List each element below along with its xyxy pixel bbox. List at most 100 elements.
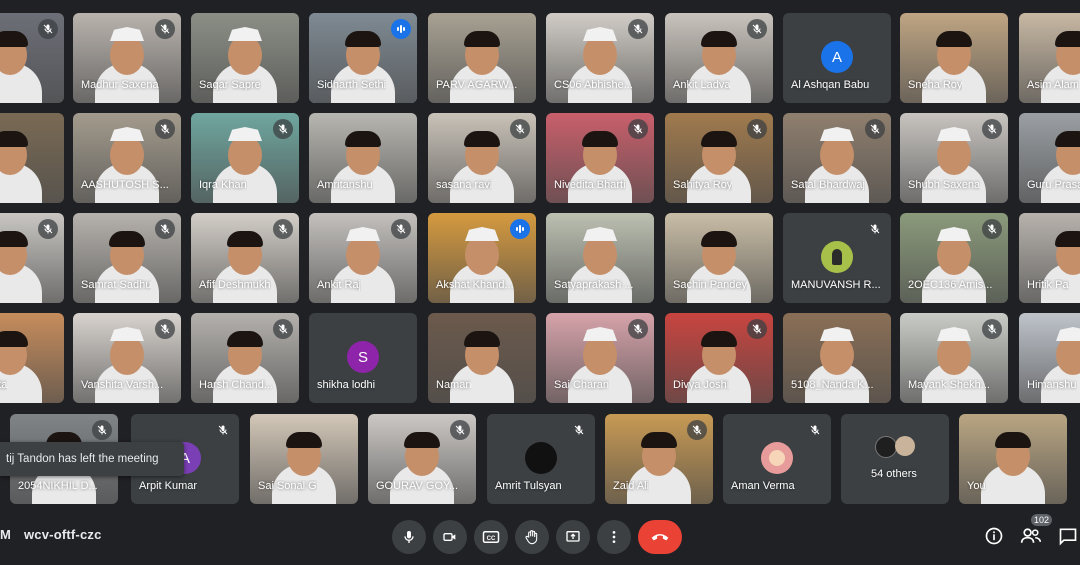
participant-tile[interactable]: Samrat Sadhu	[73, 213, 181, 303]
meeting-code[interactable]: wcv-oftf-czc	[24, 527, 102, 542]
present-button[interactable]	[556, 520, 590, 554]
participant-tile[interactable]: ajit Datta	[0, 313, 64, 403]
participant-tile[interactable]: Sidharth Sethi	[309, 13, 417, 103]
mic-off-icon	[273, 119, 293, 139]
participant-tile[interactable]: Sai Sonal G	[250, 414, 358, 504]
participant-name: Shubh Saxena	[908, 179, 981, 191]
camera-button[interactable]	[433, 520, 467, 554]
participant-tile[interactable]: Ankit Raj	[309, 213, 417, 303]
participant-name: Amritanshu	[317, 179, 373, 191]
participant-tile[interactable]: Afif Deshmukh	[191, 213, 299, 303]
participant-tile[interactable]: Aman Verma	[723, 414, 831, 504]
mic-off-icon	[273, 219, 293, 239]
participant-name: Iqra Khan	[199, 179, 247, 191]
participant-tile[interactable]: CS06 Abhishe...	[546, 13, 654, 103]
participant-tile[interactable]: sasana ravi	[428, 113, 536, 203]
mic-off-icon	[805, 420, 825, 440]
participant-name: Nivedita Bharti	[554, 179, 626, 191]
participant-tile[interactable]: Sshikha lodhi	[309, 313, 417, 403]
participant-tile[interactable]: Asim Alam	[1019, 13, 1080, 103]
person-face	[110, 35, 144, 75]
participant-tile[interactable]: Vanshita Varsh...	[73, 313, 181, 403]
camera-icon	[443, 533, 456, 541]
participant-tile[interactable]: Divya Joshi	[665, 313, 773, 403]
participant-tile[interactable]: k gupta	[0, 13, 64, 103]
participant-tile[interactable]: IIITU	[0, 113, 64, 203]
participant-name: Divya Joshi	[673, 379, 730, 391]
participant-tile[interactable]: Hritik Pa	[1019, 213, 1080, 303]
participant-tile[interactable]: GOURAV GOY...	[368, 414, 476, 504]
participant-tile[interactable]: Mayank Shekh...	[900, 313, 1008, 403]
mic-off-icon	[982, 219, 1002, 239]
present-icon	[566, 531, 580, 542]
participant-name: Aman Verma	[731, 480, 795, 492]
participant-tile[interactable]: A Al Ashqan Babu	[783, 13, 891, 103]
participant-tile[interactable]: Satyaprakash ...	[546, 213, 654, 303]
participant-tile[interactable]: Ankit Ladva	[665, 13, 773, 103]
person-hair	[641, 432, 677, 448]
participant-tile[interactable]: PARV AGARW...	[428, 13, 536, 103]
participant-tile[interactable]: Himanshu	[1019, 313, 1080, 403]
person-face	[346, 235, 380, 275]
mic-button[interactable]	[392, 520, 426, 554]
mic-off-icon	[628, 119, 648, 139]
participant-name: Naman	[436, 379, 472, 391]
others-avatars	[875, 436, 915, 458]
participant-name: AASHUTOSH S...	[81, 179, 169, 191]
mic-off-icon	[747, 319, 767, 339]
raise-hand-button[interactable]	[515, 520, 549, 554]
person-face	[583, 335, 617, 375]
people-button[interactable]	[1017, 522, 1045, 550]
participant-name: Ankit Raj	[317, 279, 362, 291]
participant-tile[interactable]: Sai Charan	[546, 313, 654, 403]
mic-off-icon	[747, 19, 767, 39]
participant-tile[interactable]: Zaid Ali	[605, 414, 713, 504]
person-hair	[404, 432, 440, 448]
participant-tile[interactable]: Nivedita Bharti	[546, 113, 654, 203]
person-face	[937, 235, 971, 275]
participant-count-badge: 102	[1031, 514, 1053, 526]
mic-off-icon	[38, 219, 58, 239]
participant-tile[interactable]: Naman	[428, 313, 536, 403]
participant-tile[interactable]: Shubh Saxena	[900, 113, 1008, 203]
participant-tile[interactable]: Sneha Roy	[900, 13, 1008, 103]
more-options-button[interactable]	[597, 520, 631, 554]
mic-off-icon	[982, 319, 1002, 339]
mic-icon	[404, 531, 414, 543]
participant-name: Hritik Pa	[1027, 279, 1069, 291]
mic-off-icon	[92, 420, 112, 440]
participant-tile[interactable]: Sachin Pandey	[665, 213, 773, 303]
participant-tile[interactable]: Prasad	[0, 213, 64, 303]
participant-tile[interactable]: Madhur Saxena	[73, 13, 181, 103]
participant-tile[interactable]: Sagar Sapre	[191, 13, 299, 103]
participant-tile[interactable]: Satal Bhardwaj	[783, 113, 891, 203]
participant-tile[interactable]: AASHUTOSH S...	[73, 113, 181, 203]
participant-tile[interactable]: Guru Prasa	[1019, 113, 1080, 203]
chat-button[interactable]	[1054, 522, 1080, 550]
participant-tile[interactable]: Harsh Chand...	[191, 313, 299, 403]
person-hair	[345, 31, 381, 47]
mic-off-icon	[687, 420, 707, 440]
others-count: 54 others	[871, 468, 917, 480]
captions-button[interactable]: CC	[474, 520, 508, 554]
captions-icon: CC	[482, 531, 500, 543]
mic-off-icon	[982, 119, 1002, 139]
participant-tile[interactable]: You	[959, 414, 1067, 504]
participant-tile[interactable]: Iqra Khan	[191, 113, 299, 203]
end-call-button[interactable]	[638, 520, 682, 554]
person-hair	[1055, 131, 1080, 147]
participant-tile[interactable]: MANUVANSH R...	[783, 213, 891, 303]
mic-off-icon	[273, 319, 293, 339]
participant-tile[interactable]: Akshat Khand...	[428, 213, 536, 303]
participant-tile[interactable]: Amritanshu	[309, 113, 417, 203]
meeting-details-button[interactable]	[980, 522, 1008, 550]
participant-name: Sai Charan	[554, 379, 610, 391]
participant-tile[interactable]: Sahitya Roy	[665, 113, 773, 203]
phone-hangup-icon	[651, 534, 669, 541]
participant-tile[interactable]: 54 others	[841, 414, 949, 504]
participant-tile[interactable]: 2OEC136 Amis...	[900, 213, 1008, 303]
participant-tile[interactable]: Amrit Tulsyan	[487, 414, 595, 504]
participant-tile[interactable]: 5108_Nanda K...	[783, 313, 891, 403]
person-hair	[701, 331, 737, 347]
meeting-toolbar: M wcv-oftf-czc CC	[0, 510, 1080, 565]
